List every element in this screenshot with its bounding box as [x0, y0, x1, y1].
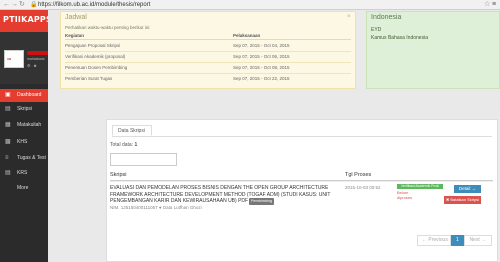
forward-icon[interactable]: → — [11, 1, 18, 9]
jadwal-cell: Sep 07, 2015 - Oct 08, 2015 — [233, 65, 290, 70]
search-input[interactable] — [110, 153, 177, 166]
info-link-kamus[interactable]: Kamus Bahasa Indonesia — [371, 35, 428, 41]
jadwal-panel: Jadwal × Perhatikan waktu-waktu penting … — [60, 11, 356, 89]
tab-data-skripsi[interactable]: Data Skripsi — [112, 125, 152, 136]
sidebar-item-label: Skripsi — [17, 106, 33, 112]
column-header-tgl-proses: Tgl Proses — [345, 172, 372, 178]
supervisor-badge: Pembimbing — [249, 198, 274, 205]
info-link-eyd[interactable]: EYD — [371, 27, 381, 33]
brand-name: PTIIKAPPS — [3, 15, 52, 24]
sidebar-item-more[interactable]: More — [0, 182, 48, 195]
skripsi-panel: Data Skripsi Total data: 1 Skripsi Tgl P… — [106, 119, 498, 262]
status-badge: Verifikasi Akademik Prodi — [397, 184, 443, 189]
jadwal-description: Perhatikan waktu-waktu penting berikut i… — [65, 25, 151, 30]
row-divider — [65, 62, 351, 63]
course-icon: ▦ — [5, 122, 11, 128]
nim-line: NIM. 125150400111057 — [110, 205, 158, 210]
sidebar-item-krs[interactable]: ▤ KRS — [0, 167, 48, 180]
bookmark-star-icon[interactable]: ☆ — [484, 1, 490, 9]
avatar[interactable]: UB — [4, 50, 24, 68]
author-name: Data Lutfhan Ghozi — [162, 205, 202, 210]
jadwal-cell: Penentuan Dosen Pembimbing — [65, 65, 128, 70]
sidebar-item-tugas-test[interactable]: ≡ Tugas & Test — [0, 152, 48, 165]
page-button-1[interactable]: 1 — [451, 235, 464, 246]
brand-logo[interactable]: PTIIKAPPS — [0, 10, 52, 32]
lock-icon: 🔒 — [30, 2, 38, 8]
address-bar[interactable]: https://filkom.ub.ac.id/module/thesis/re… — [38, 1, 150, 9]
column-header-skripsi: Skripsi — [110, 172, 127, 178]
skripsi-title[interactable]: EVALUASI DAN PEMODELAN PROSES BISNIS DEN… — [110, 185, 345, 205]
detail-button[interactable]: Detail → — [454, 185, 481, 193]
jadwal-cell: Sep 07, 2015 - Oct 04, 2015 — [233, 43, 290, 48]
skripsi-meta: NIM. 125150400111057 ● Data Lutfhan Ghoz… — [110, 205, 202, 210]
header-divider — [65, 39, 351, 40]
sidebar-item-label: Dashboard — [17, 92, 42, 98]
jadwal-cell: Verifikasi Akademik (proposal) — [65, 54, 126, 59]
next-page-button[interactable]: Next → — [463, 235, 492, 246]
back-icon[interactable]: ← — [3, 1, 10, 9]
dashboard-icon: ▣ — [5, 92, 11, 98]
process-date: 2015-10-03 00:52 — [345, 185, 381, 190]
sidebar-item-matakuliah[interactable]: ▦ Matakuliah — [0, 119, 48, 132]
browser-toolbar: ← → ↻ 🔒 https://filkom.ub.ac.id/module/t… — [0, 0, 500, 10]
previous-page-button[interactable]: ← Previous — [417, 235, 451, 246]
sidebar-item-khs[interactable]: ▩ KHS — [0, 136, 48, 149]
jadwal-cell: Sep 07, 2015 - Oct 06, 2015 — [233, 54, 290, 59]
row-divider — [65, 73, 351, 74]
sidebar-item-label: KRS — [17, 170, 28, 176]
dictionary-panel: Indonesia EYD Kamus Bahasa Indonesia — [366, 11, 500, 89]
sidebar-item-label: More — [17, 185, 29, 191]
row-divider — [65, 51, 351, 52]
sidebar-item-label: Matakuliah — [17, 122, 42, 128]
jadwal-title: Jadwal — [65, 14, 87, 21]
avatar-text: UB — [7, 57, 12, 61]
user-icon: ● — [158, 205, 162, 210]
sidebar-item-label: KHS — [17, 139, 28, 145]
pagination: ← Previous 1 Next → — [417, 235, 492, 246]
profile-subtitle: mahasiswa — [27, 57, 45, 61]
tab-label: Data Skripsi — [118, 128, 145, 134]
total-data: Total data: 1 — [110, 142, 137, 148]
total-value: 1 — [134, 142, 138, 148]
total-label: Total data: — [110, 142, 134, 148]
close-icon[interactable]: × — [347, 14, 351, 20]
list-icon: ≡ — [5, 155, 9, 161]
tab-divider — [112, 136, 492, 137]
column-header-kegiatan: Kegiatan — [65, 33, 85, 38]
sidebar-item-dashboard[interactable]: ▣ Dashboard — [0, 89, 48, 102]
status-text: diproses — [397, 195, 413, 200]
jadwal-cell: Pengajuan Proposal Skripsi — [65, 43, 121, 48]
profile-panel: UB mahasiswa ⚙ ♣ — [0, 32, 77, 84]
reload-icon[interactable]: ↻ — [19, 1, 25, 9]
profile-action-icons[interactable]: ⚙ ♣ — [27, 63, 37, 68]
browser-menu-icon[interactable]: ≡ — [492, 1, 496, 9]
sidebar-item-skripsi[interactable]: ▤ Skripsi — [0, 103, 48, 116]
row-divider — [110, 181, 493, 182]
book-icon: ▤ — [5, 106, 11, 112]
cancel-skripsi-button[interactable]: ✖ Batalkan Skripsi — [444, 196, 481, 204]
grid-icon: ▩ — [5, 139, 11, 145]
jadwal-cell: Sep 07, 2015 - Oct 22, 2015 — [233, 76, 290, 81]
document-icon: ▤ — [5, 170, 11, 176]
jadwal-cell: Pemberian Surat Tugas — [65, 76, 113, 81]
sidebar-item-label: Tugas & Test — [17, 155, 46, 161]
column-header-pelaksanaan: Pelaksanaan — [233, 33, 261, 38]
info-title: Indonesia — [371, 14, 402, 21]
